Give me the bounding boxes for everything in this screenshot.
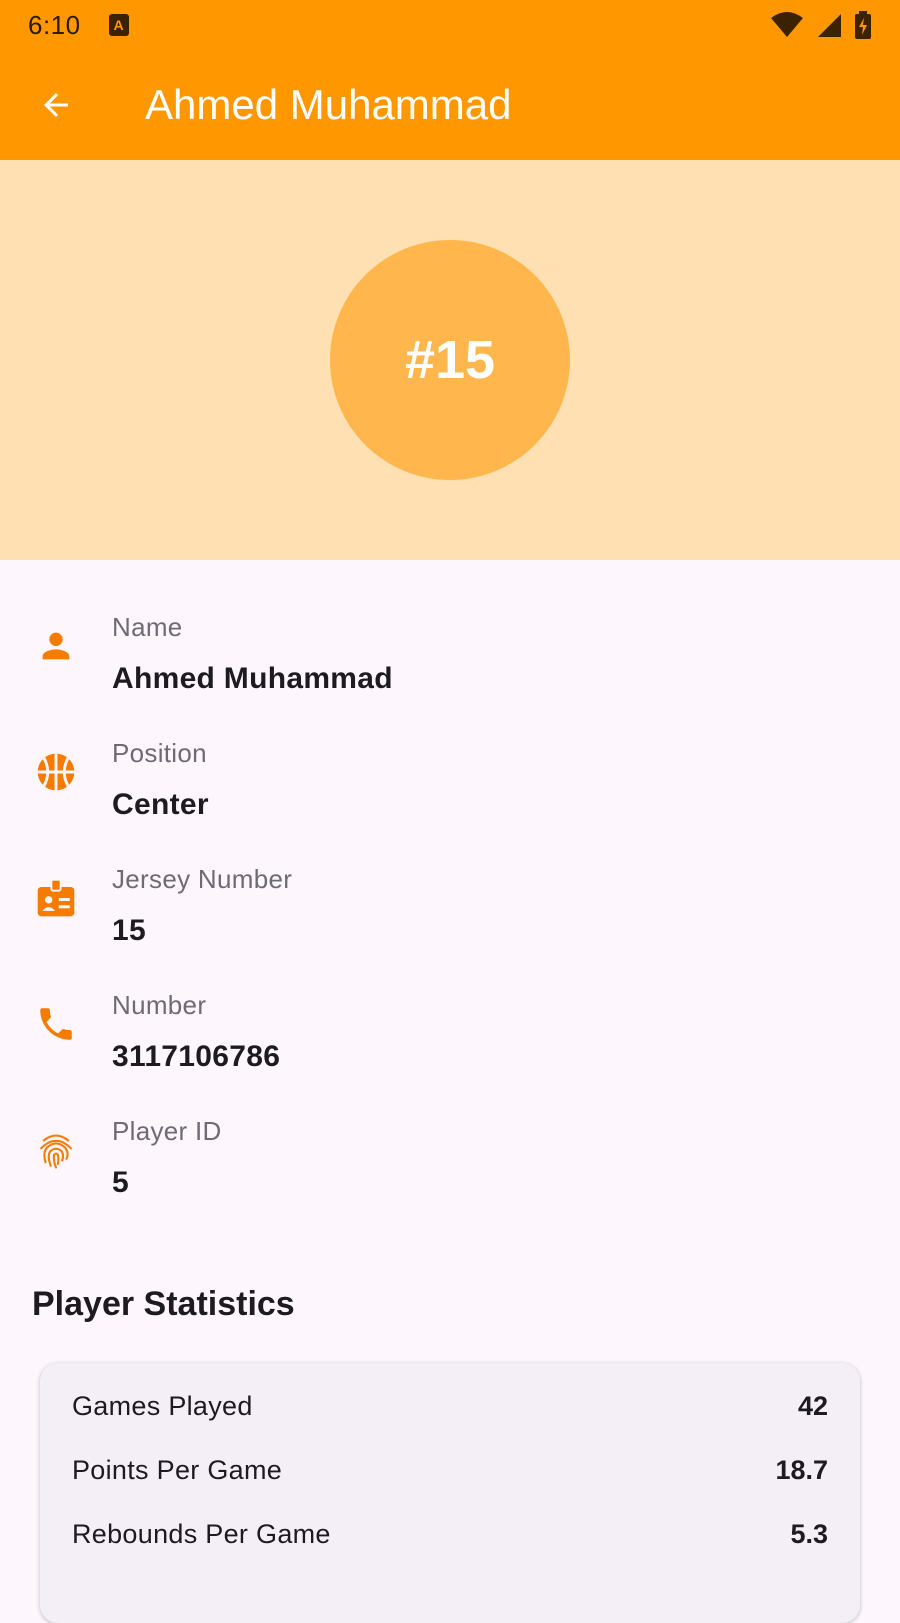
status-time: 6:10 <box>28 9 81 40</box>
back-button[interactable] <box>0 50 112 160</box>
stat-label: Games Played <box>72 1390 253 1421</box>
info-row-jersey-number: Jersey Number 15 <box>0 852 900 978</box>
player-info-list: Name Ahmed Muhammad Position Center Jers… <box>0 600 900 1230</box>
info-value: 3117106786 <box>112 1040 281 1073</box>
cellular-signal-icon <box>818 14 841 37</box>
info-label: Name <box>112 612 183 642</box>
stat-row-points-per-game: Points Per Game 18.7 <box>72 1450 828 1490</box>
wifi-icon <box>771 12 803 37</box>
info-row-position: Position Center <box>0 726 900 852</box>
stat-row-games-played: Games Played 42 <box>72 1386 828 1426</box>
phone-icon <box>32 1000 80 1048</box>
status-bar: 6:10 A <box>0 0 900 50</box>
avatar-jersey-number: #15 <box>404 330 496 390</box>
battery-icon <box>855 11 871 39</box>
info-row-name: Name Ahmed Muhammad <box>0 600 900 726</box>
info-row-player-id: Player ID 5 <box>0 1104 900 1230</box>
fingerprint-icon <box>32 1126 80 1174</box>
info-value: Center <box>112 788 209 821</box>
stat-value: 18.7 <box>775 1454 828 1485</box>
info-label: Number <box>112 990 207 1020</box>
stat-row-rebounds-per-game: Rebounds Per Game 5.3 <box>72 1514 828 1554</box>
stat-value: 42 <box>797 1390 828 1421</box>
profile-header: #15 <box>0 160 900 560</box>
basketball-icon <box>32 748 80 796</box>
app-bar: Ahmed Muhammad <box>0 50 900 160</box>
stat-label: Rebounds Per Game <box>72 1518 331 1549</box>
status-indicators <box>770 11 872 39</box>
arrow-back-icon <box>44 93 68 117</box>
jersey-avatar: #15 <box>330 240 570 480</box>
stats-heading: Player Statistics <box>32 1285 295 1323</box>
stat-label: Points Per Game <box>72 1454 283 1485</box>
info-label: Jersey Number <box>112 864 293 894</box>
person-icon <box>32 622 80 670</box>
page-title: Ahmed Muhammad <box>145 81 512 128</box>
info-value: 5 <box>112 1166 129 1199</box>
badge-icon <box>32 874 80 922</box>
info-label: Player ID <box>112 1116 222 1146</box>
stat-value: 5.3 <box>790 1518 828 1549</box>
info-value: 15 <box>112 914 146 947</box>
info-label: Position <box>112 738 207 768</box>
app-notification-icon: A <box>108 14 129 36</box>
info-row-phone-number: Number 3117106786 <box>0 978 900 1104</box>
stats-card: Games Played 42 Points Per Game 18.7 Reb… <box>40 1363 860 1623</box>
info-value: Ahmed Muhammad <box>112 662 393 695</box>
